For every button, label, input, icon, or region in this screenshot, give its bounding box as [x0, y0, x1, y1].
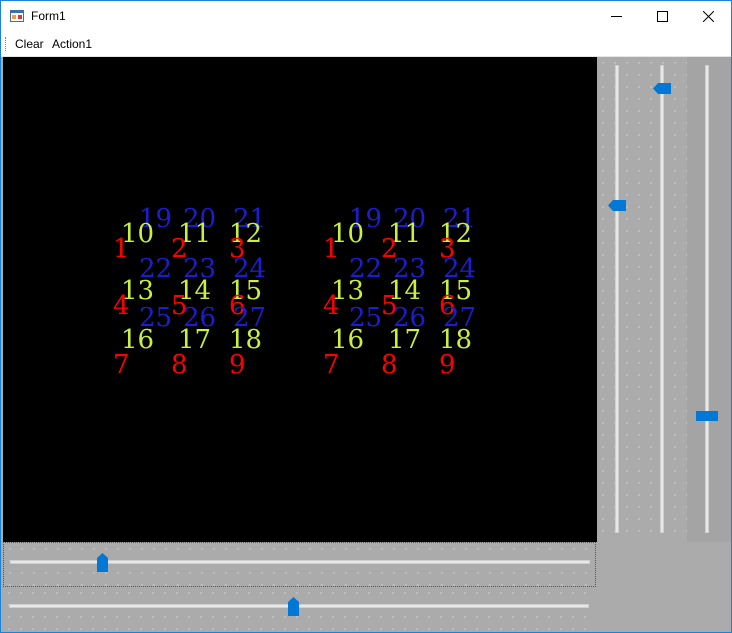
toolstrip-grip[interactable] [5, 37, 9, 51]
main-window: Form1 Clear Action1 19 10 1 20 11 2 21 12 3 22 13 4… [0, 0, 732, 633]
vertical-slider-thumb-left[interactable] [608, 199, 626, 211]
horizontal-slider-thumb-bottom[interactable] [287, 597, 299, 616]
red-number: 7 [113, 350, 130, 380]
red-number: 8 [381, 350, 398, 380]
red-number: 9 [439, 350, 456, 380]
horizontal-slider-panel-top [3, 542, 596, 587]
horizontal-slider-thumb-top[interactable] [97, 553, 109, 572]
menu-item-clear[interactable]: Clear [15, 37, 44, 51]
red-number: 8 [171, 350, 188, 380]
vertical-slider-track-left[interactable] [615, 65, 619, 533]
vertical-slider-track-mid[interactable] [660, 65, 664, 533]
red-number: 1 [113, 234, 130, 264]
close-icon [702, 10, 714, 22]
red-number: 7 [323, 350, 340, 380]
red-number: 1 [323, 234, 340, 264]
app-form-icon [10, 10, 24, 22]
horizontal-slider-track-bottom[interactable] [9, 604, 589, 608]
window-title: Form1 [31, 9, 66, 23]
vertical-slider-track-right[interactable] [705, 65, 709, 533]
title-bar[interactable]: Form1 [1, 1, 731, 31]
vertical-slider-thumb-mid[interactable] [653, 82, 671, 94]
vertical-slider-panel [597, 57, 687, 542]
red-number: 9 [229, 350, 246, 380]
red-number: 4 [323, 291, 340, 321]
drawing-canvas[interactable]: 19 10 1 20 11 2 21 12 3 22 13 4 23 14 5 24 15 6 25 16 7 26 17 8… [3, 57, 597, 542]
minimize-icon [610, 15, 622, 17]
red-number: 4 [113, 291, 130, 321]
close-button[interactable] [685, 1, 731, 31]
maximize-button[interactable] [639, 1, 685, 31]
minimize-button[interactable] [593, 1, 639, 31]
menu-bar: Clear Action1 [1, 31, 731, 57]
horizontal-slider-panel-bottom [3, 587, 596, 632]
maximize-icon [656, 10, 668, 22]
vertical-slider-thumb-right[interactable] [696, 411, 718, 421]
vertical-slider-panel-right [687, 57, 731, 542]
menu-item-action1[interactable]: Action1 [52, 37, 92, 51]
